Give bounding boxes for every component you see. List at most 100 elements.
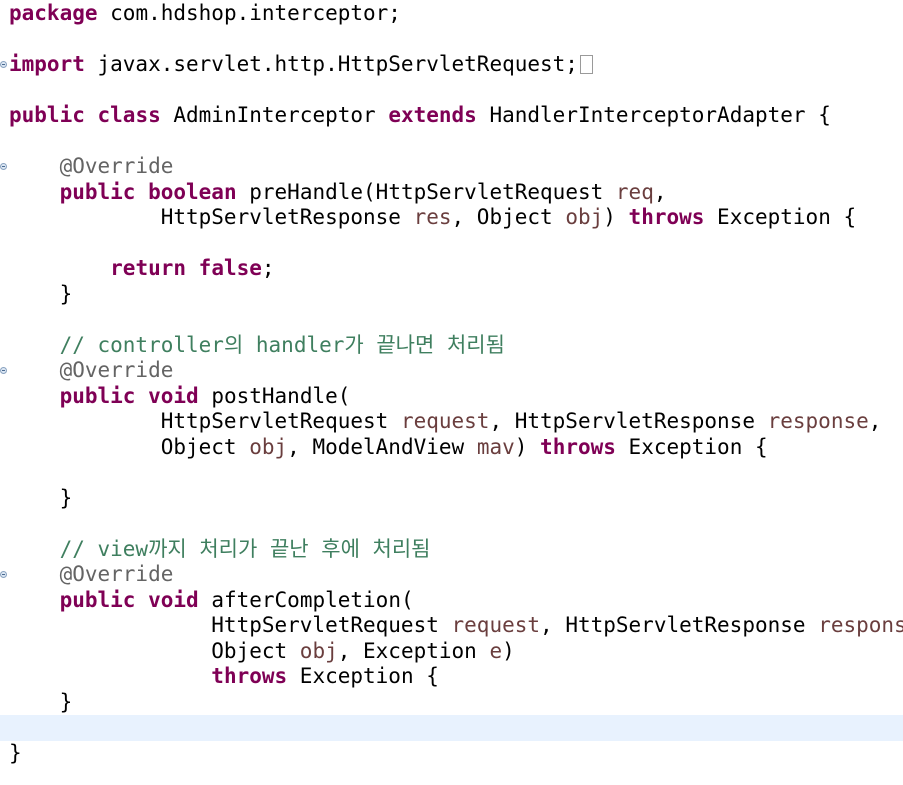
folded-imports-marker-icon[interactable] — [579, 55, 593, 74]
variable-token: mav — [476, 434, 515, 459]
code-text: HttpServletRequest request, HttpServletR… — [9, 409, 882, 435]
code-line[interactable]: } — [0, 486, 903, 512]
code-token: ) — [502, 638, 515, 663]
code-line[interactable]: package com.hdshop.interceptor; — [0, 1, 903, 27]
fold-toggle-icon[interactable] — [0, 163, 7, 170]
code-token: preHandle(HttpServletRequest — [236, 179, 616, 204]
comment-token: // view까지 처리가 끝난 후에 처리됨 — [59, 536, 431, 561]
code-line[interactable]: Object obj, Exception e) — [0, 639, 903, 665]
variable-token: response — [767, 409, 869, 433]
code-line[interactable]: public class AdminInterceptor extends Ha… — [0, 103, 903, 129]
code-line[interactable] — [0, 27, 903, 53]
fold-toggle-icon[interactable] — [0, 571, 7, 578]
code-line[interactable] — [0, 78, 903, 104]
code-editor[interactable]: package com.hdshop.interceptor; import ja… — [0, 0, 903, 785]
keyword-token: import — [9, 52, 85, 76]
code-token: HttpServletResponse — [9, 205, 414, 229]
code-token: AdminInterceptor — [160, 103, 389, 127]
code-line[interactable]: @Override — [0, 562, 903, 588]
code-text: } — [9, 281, 73, 308]
code-text: } — [9, 485, 73, 512]
annotation-token: @Override — [59, 154, 174, 178]
code-token: , HttpServletResponse — [540, 613, 819, 637]
code-token: , — [868, 409, 882, 433]
fold-toggle-icon[interactable] — [0, 367, 7, 374]
code-line[interactable]: return false; — [0, 256, 903, 282]
code-token: } — [9, 281, 73, 306]
code-line[interactable] — [0, 129, 903, 155]
code-line[interactable]: } — [0, 282, 903, 308]
code-line[interactable]: public boolean preHandle(HttpServletRequ… — [0, 180, 903, 206]
code-token: } — [9, 740, 22, 765]
variable-token: obj — [565, 205, 604, 229]
code-line[interactable]: throws Exception { — [0, 664, 903, 690]
code-text: @Override — [9, 358, 174, 384]
code-token: javax.servlet.http.HttpServletRequest; — [84, 52, 578, 76]
code-line[interactable]: HttpServletResponse res, Object obj) thr… — [0, 205, 903, 231]
code-token: afterCompletion( — [198, 587, 414, 612]
current-line[interactable] — [0, 715, 903, 741]
variable-token: obj — [249, 434, 288, 459]
code-line[interactable]: HttpServletRequest request, HttpServletR… — [0, 613, 903, 639]
code-line[interactable]: } — [0, 690, 903, 716]
fold-toggle-icon[interactable] — [0, 61, 7, 68]
code-text: @Override — [9, 154, 174, 180]
variable-token: req — [615, 179, 654, 204]
code-line[interactable]: Object obj, ModelAndView mav) throws Exc… — [0, 435, 903, 461]
code-line[interactable]: public void postHandle( — [0, 384, 903, 410]
code-line[interactable]: public void afterCompletion( — [0, 588, 903, 614]
code-text: public class AdminInterceptor extends Ha… — [9, 103, 831, 129]
keyword-token: false — [198, 256, 262, 280]
code-token: HttpServletRequest — [9, 409, 401, 433]
code-token: Object — [9, 434, 250, 459]
code-text: Object obj, ModelAndView mav) throws Exc… — [9, 435, 768, 461]
code-token: HandlerInterceptorAdapter { — [476, 103, 831, 127]
keyword-token: public — [59, 383, 136, 408]
code-line[interactable]: import javax.servlet.http.HttpServletReq… — [0, 52, 903, 78]
code-line[interactable]: @Override — [0, 358, 903, 384]
variable-token: res — [413, 205, 452, 229]
code-line[interactable]: // view까지 처리가 끝난 후에 처리됨 — [0, 537, 903, 563]
code-token: , Object — [451, 205, 566, 229]
code-token: Exception { — [615, 434, 768, 459]
code-token: Exception { — [287, 664, 439, 688]
code-line[interactable]: // controller의 handler가 끝나면 처리됨 — [0, 333, 903, 359]
code-line[interactable]: HttpServletRequest request, HttpServletR… — [0, 409, 903, 435]
variable-token: request — [451, 613, 541, 637]
code-line[interactable] — [0, 460, 903, 486]
code-token: , HttpServletResponse — [489, 409, 768, 433]
code-token: , — [653, 179, 667, 204]
code-text: } — [9, 690, 73, 716]
code-token: } — [9, 485, 73, 510]
code-text: return false; — [9, 256, 274, 282]
code-line[interactable]: @Override — [0, 154, 903, 180]
keyword-token: void — [148, 587, 199, 612]
keyword-token: extends — [388, 103, 477, 127]
variable-token: e — [489, 638, 503, 663]
code-token: , ModelAndView — [287, 434, 477, 459]
comment-token: // controller의 handler가 끝나면 처리됨 — [59, 332, 505, 357]
annotation-token: @Override — [59, 562, 174, 586]
code-text: // controller의 handler가 끝나면 처리됨 — [9, 333, 505, 359]
code-text: public void afterCompletion( — [9, 588, 414, 614]
code-line[interactable]: } — [0, 741, 903, 767]
code-text: @Override — [9, 562, 174, 588]
code-token: postHandle( — [198, 383, 351, 408]
code-line[interactable] — [0, 231, 903, 257]
code-text: } — [9, 741, 22, 767]
code-line[interactable] — [0, 511, 903, 537]
code-line[interactable] — [0, 307, 903, 333]
keyword-token: void — [148, 383, 199, 408]
code-token: Object — [9, 638, 300, 663]
